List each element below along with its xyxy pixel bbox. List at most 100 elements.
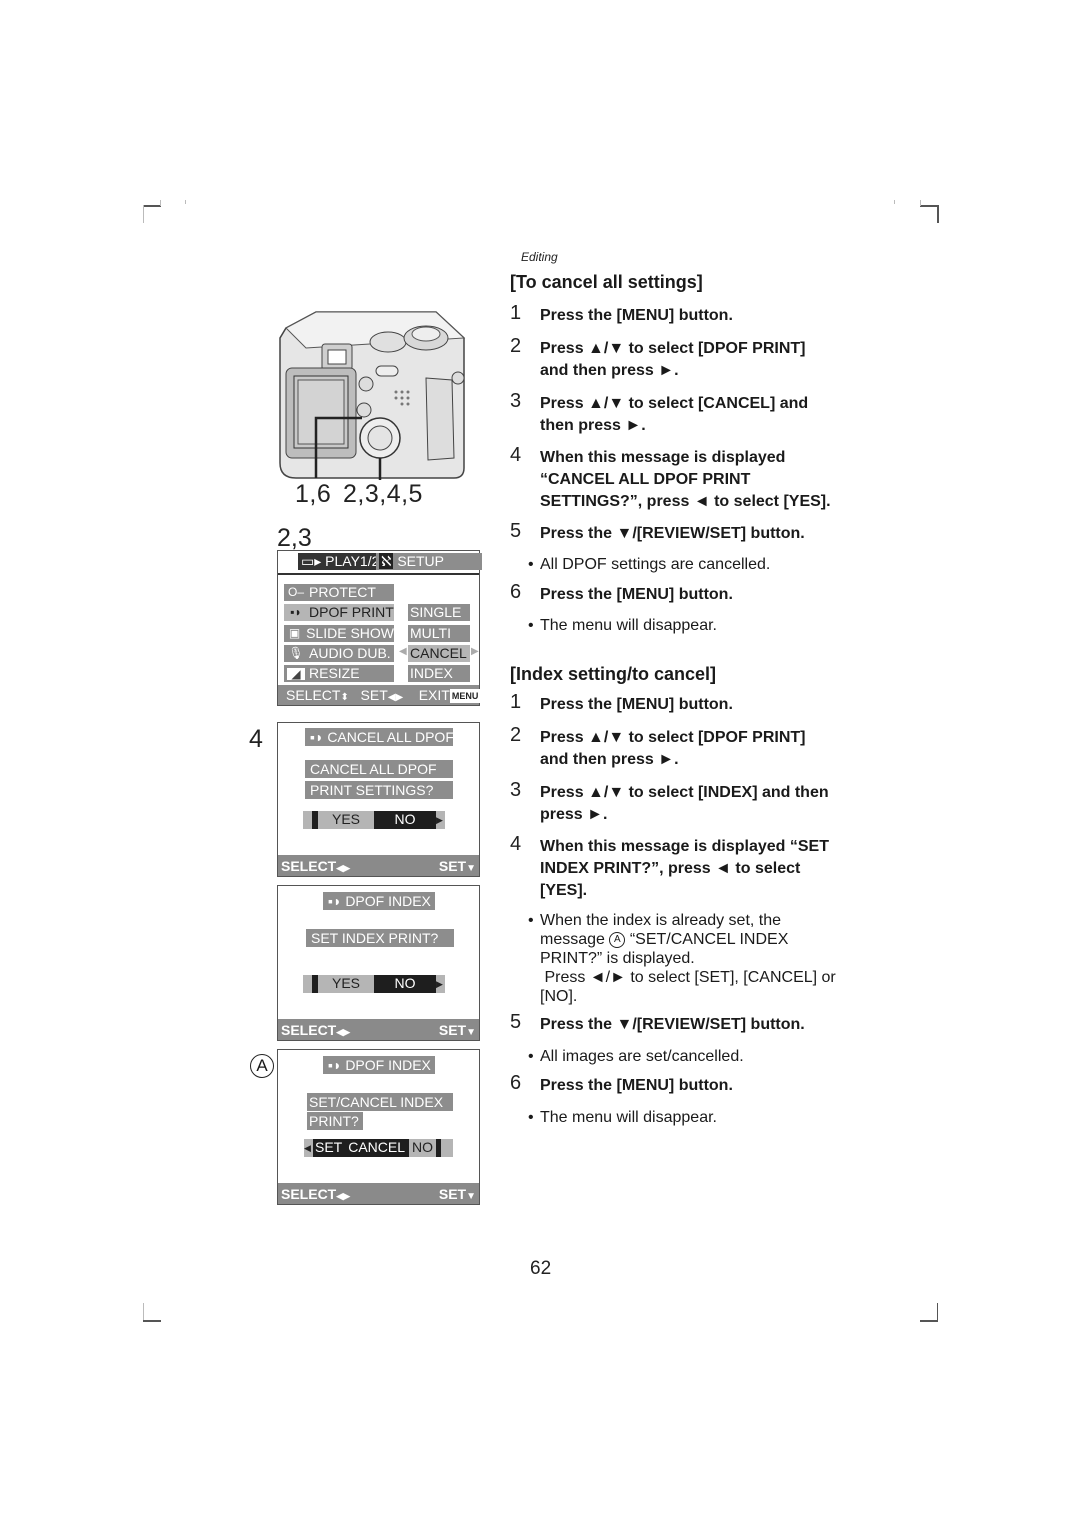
yes-no-selector: YES NO ▶: [303, 811, 445, 829]
footer-exit-label: EXIT: [418, 687, 450, 703]
step-text: Press ▲/▼ to select [DPOF PRINT] and the…: [540, 340, 806, 379]
step-number: 1: [510, 691, 522, 713]
screen-title-text: CANCEL ALL DPOF: [327, 729, 454, 745]
bullet-text: The menu will disappear.: [540, 617, 717, 634]
message-line-2: PRINT?: [307, 1112, 363, 1130]
heading-cancel-all: [To cancel all settings]: [510, 272, 703, 292]
dpof-icon: ▪◗: [328, 1057, 346, 1073]
step-number: 2: [510, 724, 522, 746]
s1-step-2: 2 Press ▲/▼ to select [DPOF PRINT] and th…: [510, 335, 860, 382]
yes-option[interactable]: YES: [318, 975, 374, 993]
camera-label-menu-button: 1,6: [295, 480, 332, 508]
menu-footer: SELECT⬍ SET◀▶ EXIT MENU: [278, 685, 481, 705]
step-number: 4: [510, 444, 522, 466]
s2-step-5: 5 Press the ▼/[REVIEW/SET] button.: [510, 1011, 860, 1036]
camera-label-cursor-buttons: 2,3,4,5: [343, 480, 423, 508]
dpof-icon: ▪◗: [290, 605, 302, 619]
menu-item-protect[interactable]: O‒ PROTECT: [284, 584, 394, 601]
menu-item-dpof-print[interactable]: ▪◗ DPOF PRINT: [284, 604, 394, 621]
crop-mark-bottom-right-h: [920, 1320, 938, 1322]
message-line-1: SET/CANCEL INDEX: [307, 1093, 453, 1111]
left-right-icon: ◀▶: [336, 1190, 351, 1201]
tab-setup-label: SETUP: [397, 553, 445, 569]
down-arrow-icon: ▼: [466, 862, 476, 874]
slideshow-icon: ▣: [288, 626, 301, 640]
left-arrow-icon: ◀: [304, 1139, 313, 1157]
left-right-icon: ◀▶: [336, 1026, 351, 1037]
marker-a-reference: A: [609, 931, 626, 948]
heading-index-setting: [Index setting/to cancel]: [510, 664, 717, 684]
crop-mark-top-left-h: [143, 205, 161, 207]
crop-mark-top-left-v: [143, 205, 144, 223]
set-cancel-index-screen: ▪◗ DPOF INDEX SET/CANCEL INDEX PRINT? ◀ …: [277, 1049, 480, 1205]
crop-mark-top-right-tick: [920, 200, 921, 206]
set-cancel-no-selector: ◀ SET CANCEL NO: [304, 1139, 454, 1157]
right-arrow-icon: ▶: [436, 811, 445, 829]
crop-mark-bottom-left-h: [143, 1320, 161, 1322]
step-text: Press the [MENU] button.: [540, 307, 733, 324]
bullet-text: All images are set/cancelled.: [540, 1048, 744, 1065]
submenu-single[interactable]: SINGLE: [408, 604, 470, 621]
camera-icon: [279, 311, 466, 480]
bullet-dot: •: [528, 617, 534, 634]
footer-select-label: SELECT: [281, 1021, 337, 1038]
resize-icon: ◢: [287, 667, 305, 680]
step-number: 5: [510, 1011, 522, 1033]
step-number: 6: [510, 1072, 522, 1094]
submenu-cancel[interactable]: CANCEL: [408, 645, 470, 662]
menu-item-audio-dub[interactable]: 🎙 AUDIO DUB.: [284, 645, 394, 662]
bullet-dot: •: [528, 1109, 534, 1126]
menu-item-resize[interactable]: ◢ RESIZE: [284, 665, 394, 682]
step-text: When this message is displayed “CANCEL A…: [540, 449, 831, 510]
microphone-icon: 🎙: [288, 646, 304, 660]
menu-item-label: DPOF PRINT: [309, 604, 394, 620]
screen-title: ▪◗ DPOF INDEX: [323, 1056, 435, 1074]
menu-item-label: RESIZE: [309, 665, 360, 681]
right-arrow-icon: ▶: [436, 975, 445, 993]
s2-step-4: 4 When this message is displayed “SET IND…: [510, 833, 860, 902]
no-option[interactable]: NO: [374, 811, 436, 829]
left-arrow-icon: ◀: [399, 646, 407, 657]
yes-option[interactable]: YES: [318, 811, 374, 829]
down-arrow-icon: ▼: [466, 1190, 476, 1202]
screen-footer: SELECT◀▶ SET▼: [278, 855, 479, 876]
message-line-1: CANCEL ALL DPOF: [305, 760, 453, 778]
submenu-multi[interactable]: MULTI: [408, 625, 470, 642]
submenu-index[interactable]: INDEX: [408, 665, 470, 682]
menu-screen: ▭▸ PLAY1/2 ℵ SETUP O‒ PROTECT ▪◗ DPOF PRIN…: [277, 550, 482, 706]
left-right-icon: ◀▶: [387, 692, 404, 703]
screen-footer: SELECT◀▶ SET▼: [278, 1019, 479, 1040]
cancel-screen-step-label: 4: [249, 725, 263, 753]
footer-set-label: SET: [438, 1185, 467, 1202]
s1-bullet-5: • All DPOF settings are cancelled.: [528, 555, 858, 574]
selector-edge: [303, 811, 312, 829]
footer-select-label: SELECT: [281, 857, 337, 874]
s1-step-4: 4 When this message is displayed “CANCEL …: [510, 444, 860, 513]
step-number: 2: [510, 335, 522, 357]
cancel-option[interactable]: CANCEL: [344, 1139, 410, 1157]
left-right-icon: ◀▶: [336, 862, 351, 873]
step-text: Press ▲/▼ to select [INDEX] and then pre…: [540, 784, 829, 823]
no-option[interactable]: NO: [374, 975, 436, 993]
tab-play[interactable]: ▭▸ PLAY1/2: [298, 553, 383, 570]
no-option[interactable]: NO: [409, 1139, 437, 1157]
menu-item-label: AUDIO DUB.: [309, 645, 391, 661]
tab-setup[interactable]: ℵ SETUP: [376, 553, 482, 570]
tab-play-label: PLAY1/2: [325, 553, 380, 569]
message-line-2: PRINT SETTINGS?: [305, 781, 453, 799]
menu-item-label: PROTECT: [309, 584, 376, 600]
footer-set-label: SET: [438, 857, 467, 874]
footer-select-label: SELECT: [281, 1185, 337, 1202]
crop-mark-top-left-tick2: [185, 200, 186, 204]
menu-item-slide-show[interactable]: ▣ SLIDE SHOW: [284, 625, 394, 642]
bullet-dot: •: [528, 912, 534, 929]
selector-edge: [303, 975, 312, 993]
step-number: 6: [510, 581, 522, 603]
s2-step-2: 2 Press ▲/▼ to select [DPOF PRINT] and th…: [510, 724, 860, 771]
step-text: Press the [MENU] button.: [540, 1077, 733, 1094]
up-down-icon: ⬍: [340, 692, 349, 703]
menu-item-label: SLIDE SHOW: [306, 625, 394, 641]
step-number: 3: [510, 779, 522, 801]
crop-mark-top-left-tick: [160, 200, 161, 206]
set-option[interactable]: SET: [313, 1139, 345, 1157]
